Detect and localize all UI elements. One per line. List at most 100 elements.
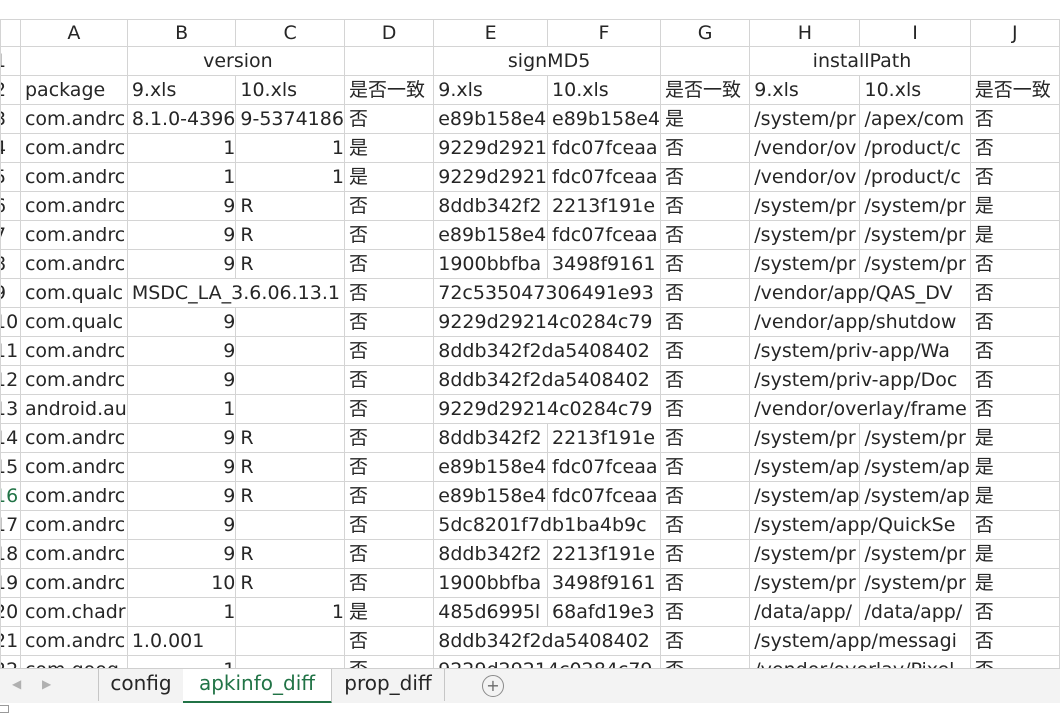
cell-e2[interactable]: 9.xls (433, 75, 549, 105)
cell-i19[interactable]: /system/pr (859, 568, 971, 598)
cell-g17[interactable]: 否 (659, 510, 751, 540)
tab-config[interactable]: config (98, 669, 184, 701)
cell-e18[interactable]: 8ddb342f2 (433, 539, 549, 569)
cell-d21[interactable]: 否 (343, 626, 435, 656)
cell-j15[interactable]: 是 (969, 452, 1060, 482)
cell-b9[interactable]: MSDC_LA_3.6.06.13.1 (126, 278, 345, 308)
cell-a2[interactable]: package (19, 75, 128, 105)
cell-d14[interactable]: 否 (343, 423, 435, 453)
cell-a18[interactable]: com.andrc (19, 539, 128, 569)
cell-c10[interactable] (235, 307, 345, 337)
cell-a11[interactable]: com.andrc (19, 336, 128, 366)
cell-h8[interactable]: /system/pr (749, 249, 861, 279)
cell-d5[interactable]: 是 (343, 162, 435, 192)
cell-c8[interactable]: R (235, 249, 345, 279)
cell-b18[interactable]: 9 (126, 539, 237, 569)
cell-h16[interactable]: /system/ap (749, 481, 861, 511)
cell-b15[interactable]: 9 (126, 452, 237, 482)
cell-c20[interactable]: 1 (235, 597, 345, 627)
cell-i3[interactable]: /apex/com (859, 104, 971, 134)
cell-f14[interactable]: 2213f191e (547, 423, 661, 453)
cell-b6[interactable]: 9 (126, 191, 237, 221)
plus-icon[interactable]: + (482, 675, 504, 697)
cell-g18[interactable]: 否 (659, 539, 751, 569)
cell-b3[interactable]: 8.1.0-4396 (126, 104, 237, 134)
cell-a14[interactable]: com.andrc (19, 423, 128, 453)
row-header[interactable]: 6 (0, 191, 21, 221)
cell-g11[interactable]: 否 (659, 336, 751, 366)
cell-h22[interactable]: /vendor/overlay/Pixel (749, 655, 971, 668)
cell-b16[interactable]: 9 (126, 481, 237, 511)
row-header[interactable]: 22 (0, 655, 21, 668)
column-header-d[interactable]: D (343, 19, 435, 47)
cell-j17[interactable]: 否 (969, 510, 1060, 540)
cell-h6[interactable]: /system/pr (749, 191, 861, 221)
cell-e14[interactable]: 8ddb342f2 (433, 423, 549, 453)
cell-b8[interactable]: 9 (126, 249, 237, 279)
worksheet-table[interactable]: A B C D E F G H I J 1 version signMD5 insta… (0, 19, 1060, 668)
cell-g3[interactable]: 是 (659, 104, 751, 134)
row-header[interactable]: 18 (0, 539, 21, 569)
cell-f5[interactable]: fdc07fceaa (547, 162, 661, 192)
cell-g10[interactable]: 否 (659, 307, 751, 337)
cell-b20[interactable]: 1 (126, 597, 237, 627)
column-header-h[interactable]: H (749, 19, 861, 47)
merged-header-f1[interactable]: signMD5 (433, 46, 661, 76)
cell-a21[interactable]: com.andrc (19, 626, 128, 656)
row-header[interactable]: 14 (0, 423, 21, 453)
row-header[interactable]: 17 (0, 510, 21, 540)
row-header[interactable]: 19 (0, 568, 21, 598)
cell-g4[interactable]: 否 (659, 133, 751, 163)
cell-e8[interactable]: 1900bbfba (433, 249, 549, 279)
cell-b10[interactable]: 9 (126, 307, 237, 337)
spreadsheet-grid[interactable]: A B C D E F G H I J 1 version signMD5 insta… (0, 19, 1060, 668)
cell-a3[interactable]: com.andrc (19, 104, 128, 134)
cell-f19[interactable]: 3498f9161 (547, 568, 661, 598)
cell-c2[interactable]: 10.xls (235, 75, 345, 105)
cell-g13[interactable]: 否 (659, 394, 751, 424)
cell-a8[interactable]: com.andrc (19, 249, 128, 279)
cell-h13[interactable]: /vendor/overlay/frame (749, 394, 971, 424)
cell-d17[interactable]: 否 (343, 510, 435, 540)
cell-f8[interactable]: 3498f9161 (547, 249, 661, 279)
cell-i14[interactable]: /system/pr (859, 423, 971, 453)
scroll-left-icon[interactable]: ◀ (12, 677, 21, 691)
cell-g7[interactable]: 否 (659, 220, 751, 250)
cell-b21[interactable]: 1.0.001 (126, 626, 237, 656)
cell-e9[interactable]: 72c535047306491e93 (433, 278, 661, 308)
cell-e6[interactable]: 8ddb342f2 (433, 191, 549, 221)
row-header[interactable]: 13 (0, 394, 21, 424)
cell-i16[interactable]: /system/ap (859, 481, 971, 511)
cell-g14[interactable]: 否 (659, 423, 751, 453)
cell-b7[interactable]: 9 (126, 220, 237, 250)
cell-b14[interactable]: 9 (126, 423, 237, 453)
cell-e7[interactable]: e89b158e4 (433, 220, 549, 250)
cell-d13[interactable]: 否 (343, 394, 435, 424)
cell-a20[interactable]: com.chadr (19, 597, 128, 627)
column-header-i[interactable]: I (859, 19, 971, 47)
cell-i20[interactable]: /data/app/ (859, 597, 971, 627)
cell-c19[interactable]: R (235, 568, 345, 598)
cell-b5[interactable]: 1 (126, 162, 237, 192)
cell-j12[interactable]: 否 (969, 365, 1060, 395)
cell-j20[interactable]: 否 (969, 597, 1060, 627)
cell-i8[interactable]: /system/pr (859, 249, 971, 279)
column-header-e[interactable]: E (433, 19, 549, 47)
cell-i7[interactable]: /system/pr (859, 220, 971, 250)
cell-g16[interactable]: 否 (659, 481, 751, 511)
cell-b17[interactable]: 9 (126, 510, 237, 540)
cell-d16[interactable]: 否 (343, 481, 435, 511)
cell-j1[interactable] (969, 46, 1060, 76)
cell-d19[interactable]: 否 (343, 568, 435, 598)
cell-c13[interactable] (235, 394, 345, 424)
row-header[interactable]: 2 (0, 75, 21, 105)
cell-h2[interactable]: 9.xls (749, 75, 861, 105)
row-header[interactable]: 3 (0, 104, 21, 134)
cell-h9[interactable]: /vendor/app/QAS_DV (749, 278, 971, 308)
cell-a4[interactable]: com.andrc (19, 133, 128, 163)
row-header[interactable]: 1 (0, 46, 21, 76)
cell-f15[interactable]: fdc07fceaa (547, 452, 661, 482)
cell-c22[interactable] (235, 655, 345, 668)
cell-c12[interactable] (235, 365, 345, 395)
cell-a10[interactable]: com.qualc (19, 307, 128, 337)
